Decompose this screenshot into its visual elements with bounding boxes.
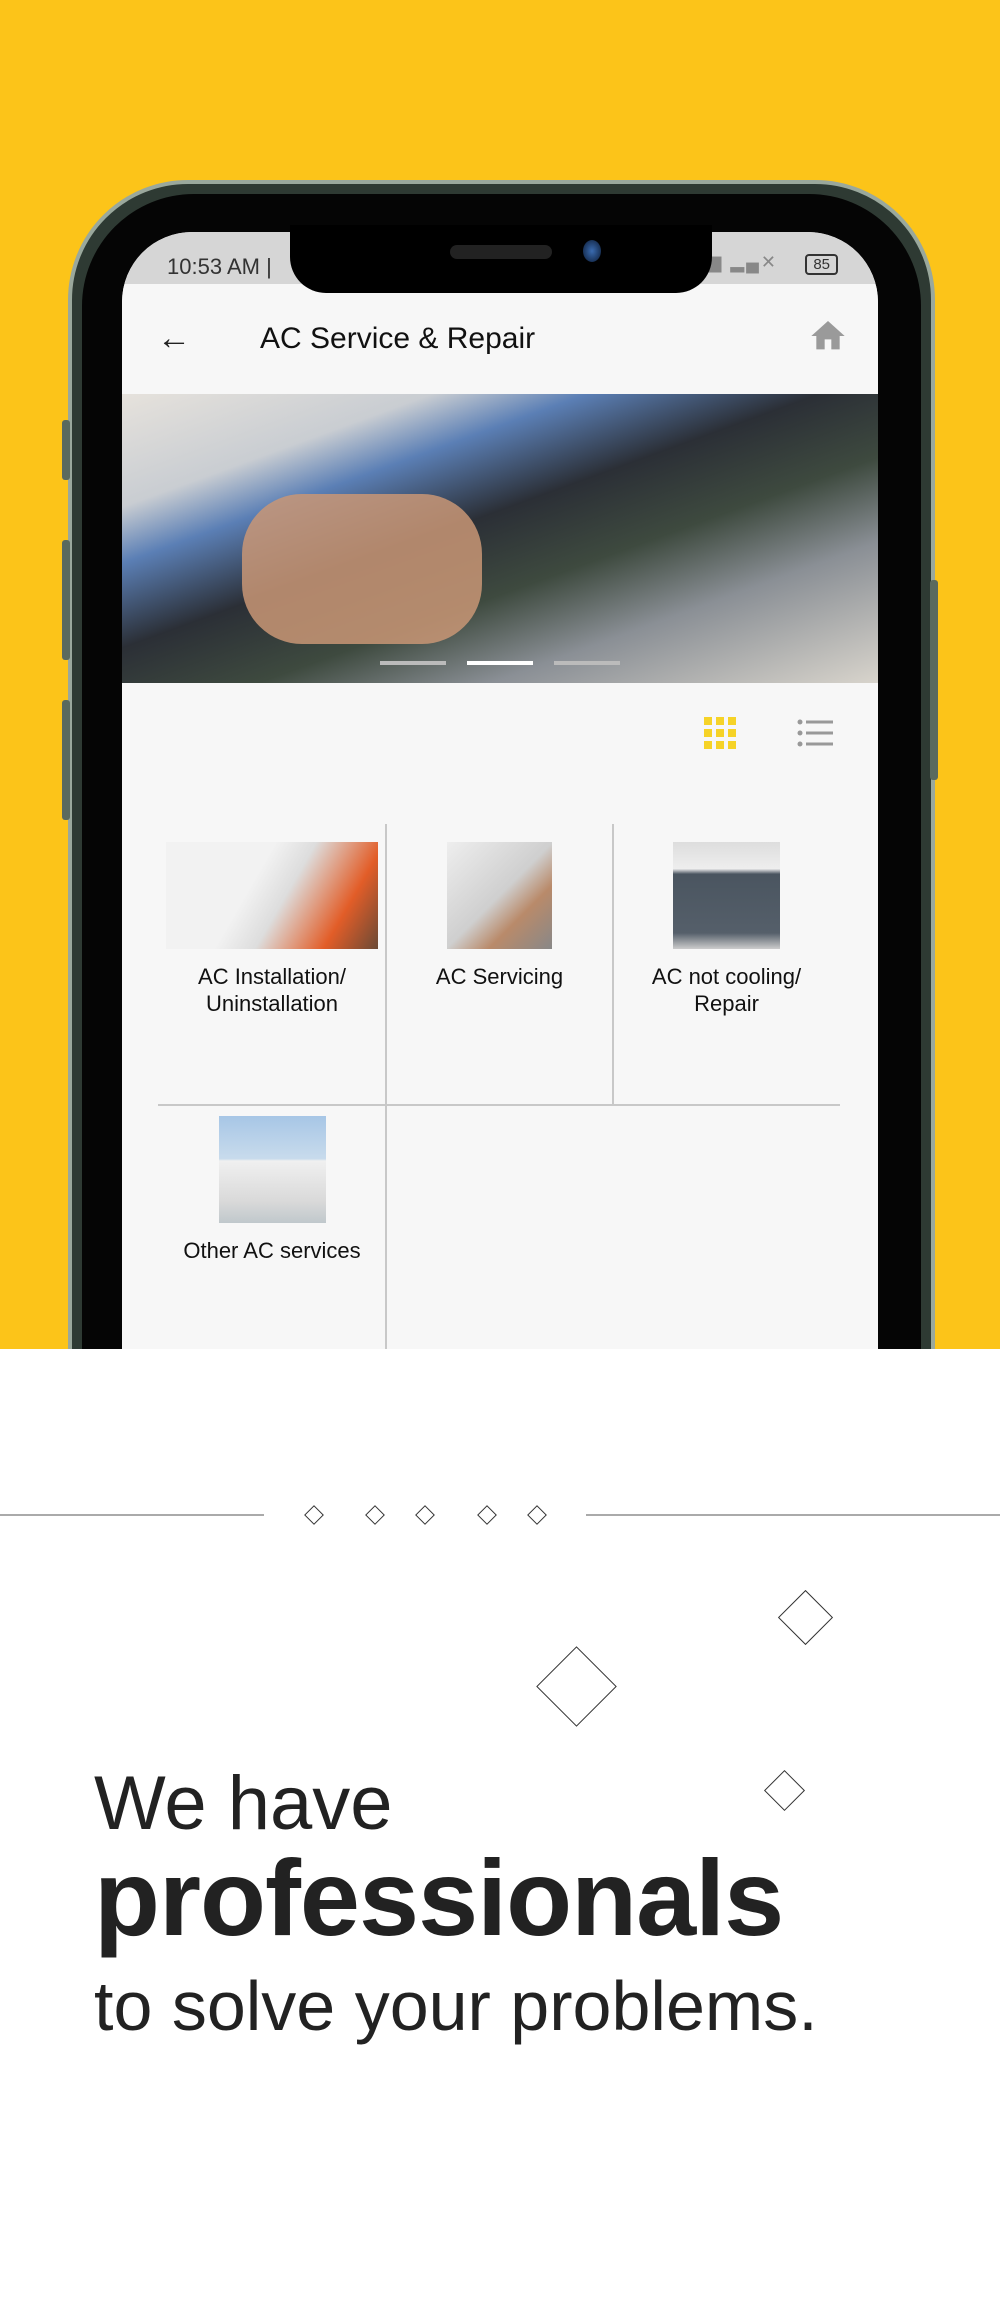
back-arrow-icon[interactable]: ← [157, 319, 191, 358]
grid-view-icon[interactable] [704, 717, 736, 749]
banner-image [242, 494, 482, 644]
service-item-servicing[interactable]: AC Servicing [386, 842, 613, 990]
banner-carousel[interactable] [122, 394, 878, 683]
camera-icon [583, 240, 601, 262]
status-time: 10:53 AM | [167, 254, 272, 279]
phone-side-button [930, 580, 938, 780]
service-label: AC Installation/ Uninstallation [198, 964, 346, 1016]
app-bar: ← AC Service & Repair [122, 284, 878, 394]
tagline-line3: to solve your problems. [94, 1967, 818, 2045]
carousel-dot[interactable] [554, 661, 620, 665]
tagline-line1: We have [94, 1761, 393, 1846]
page-title: AC Service & Repair [260, 322, 536, 355]
speaker-icon [450, 245, 552, 259]
carousel-dot-active[interactable] [467, 661, 533, 665]
phone-side-button [62, 540, 70, 660]
phone-notch [290, 225, 712, 293]
service-label: AC Servicing [435, 964, 564, 989]
phone-side-button [62, 420, 70, 480]
service-item-other[interactable]: Other AC services [158, 1116, 386, 1264]
service-label: Other AC services [183, 1238, 361, 1263]
service-item-installation[interactable]: AC Installation/ Uninstallation [158, 842, 386, 1017]
grid-divider [612, 824, 614, 1105]
phone-side-button [62, 700, 70, 820]
phone-screen: 10:53 AM | ᴳ▂▄▆ ▂▄✕ 85 ← AC Service & Re… [122, 232, 878, 1432]
service-image [447, 842, 552, 949]
home-icon[interactable] [808, 316, 848, 356]
service-image [218, 1116, 326, 1223]
service-image [166, 842, 378, 949]
service-image [673, 842, 780, 949]
list-view-icon[interactable] [797, 719, 833, 747]
service-item-repair[interactable]: AC not cooling/ Repair [613, 842, 840, 1017]
service-label: AC not cooling/ Repair [651, 964, 802, 1016]
battery-icon: 85 [805, 254, 838, 275]
carousel-dot[interactable] [380, 661, 446, 665]
grid-divider [158, 1104, 840, 1106]
tagline-line2: professionals [94, 1837, 784, 1958]
